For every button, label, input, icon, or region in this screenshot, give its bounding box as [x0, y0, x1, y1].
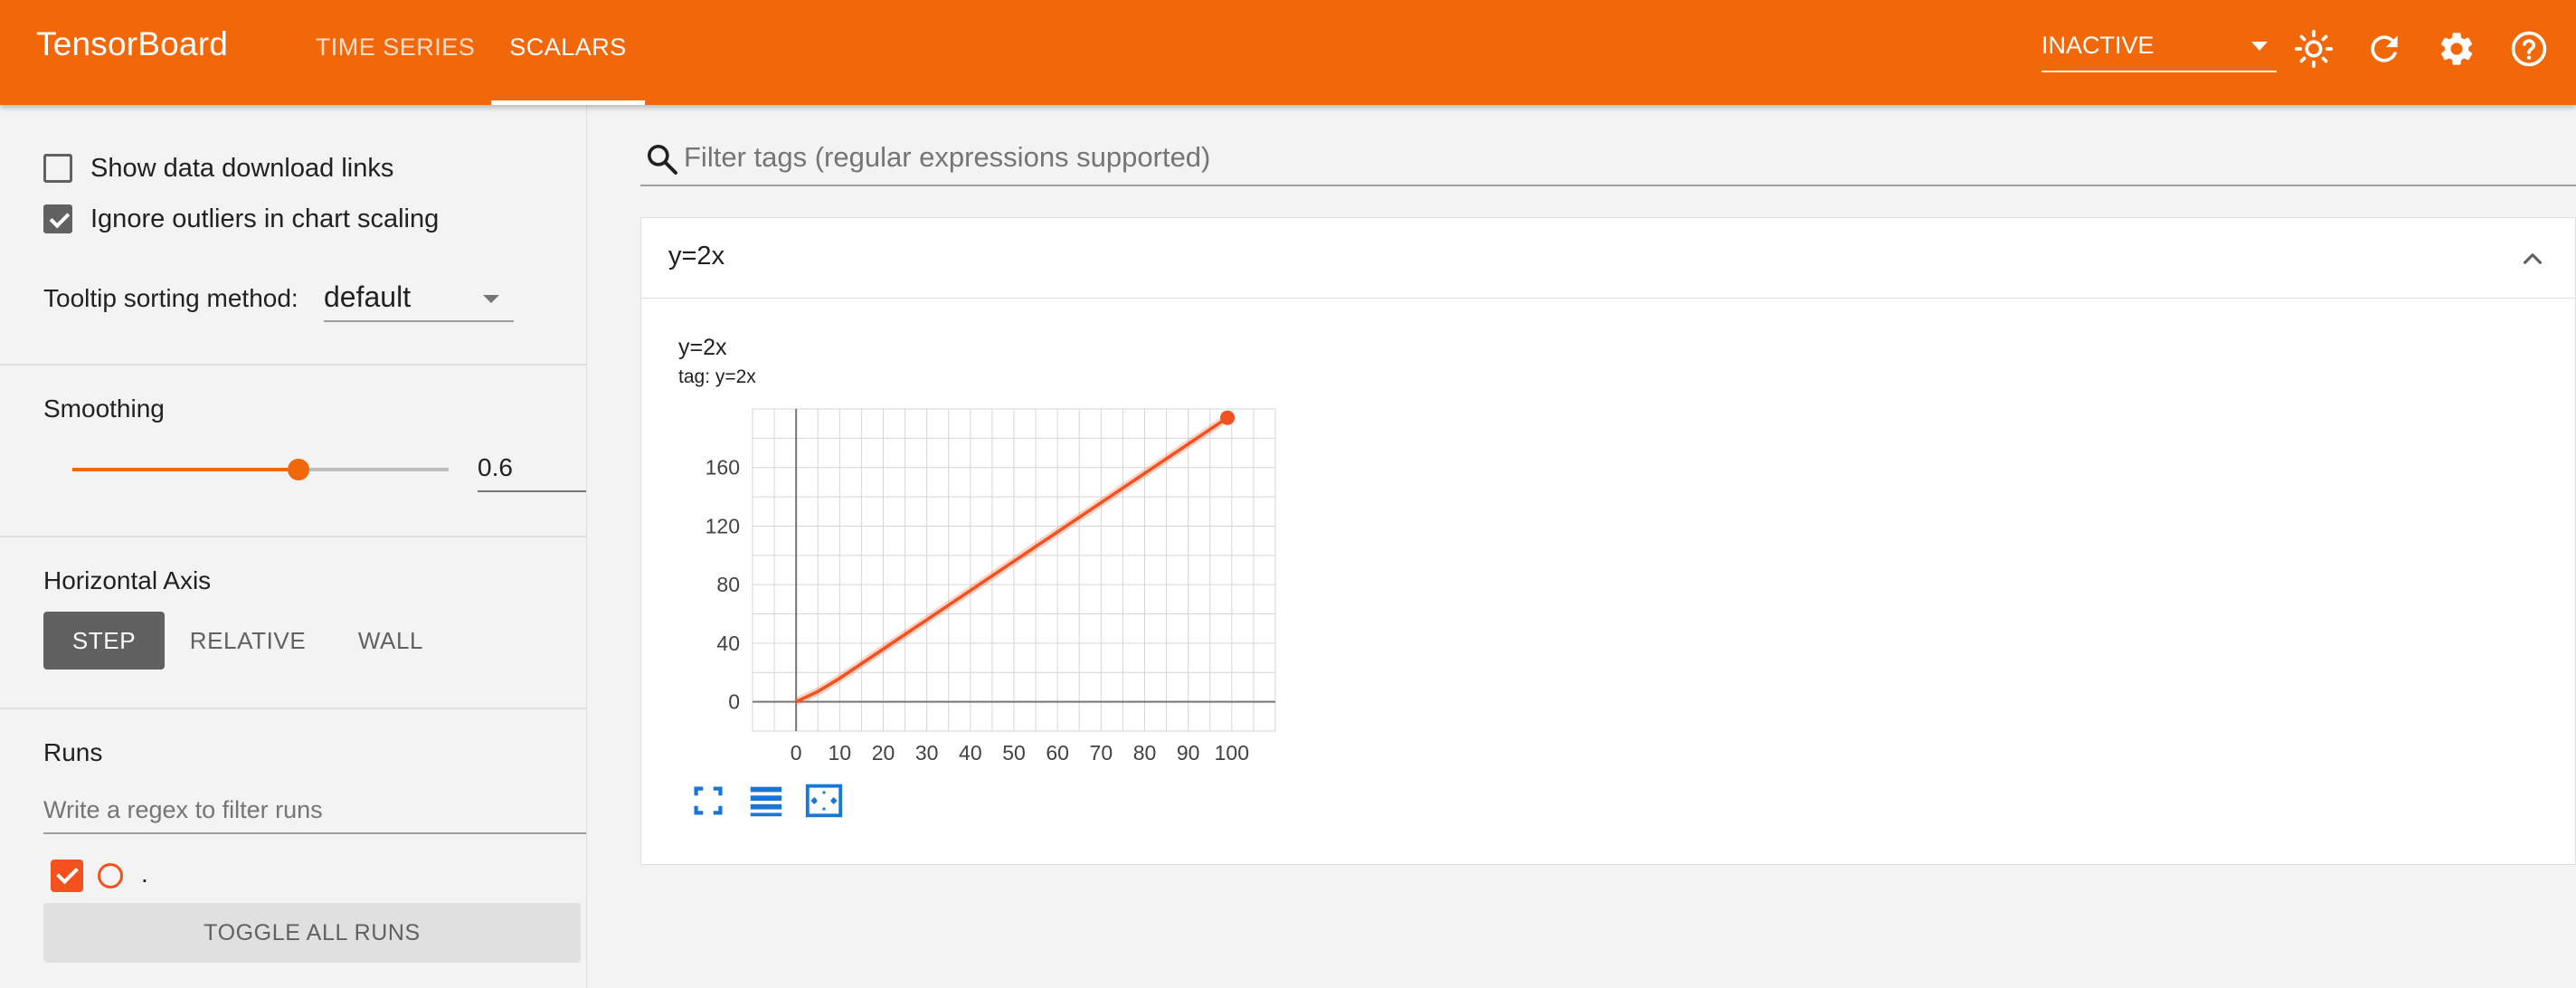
fit-domain-icon[interactable] [803, 780, 845, 822]
refresh-icon[interactable] [2364, 29, 2404, 69]
axis-relative-button[interactable]: RELATIVE [177, 612, 318, 670]
y-tick-label: 40 [716, 632, 740, 655]
run-name: . [141, 860, 148, 888]
x-tick-label: 20 [872, 741, 895, 765]
y-tick-label: 120 [706, 514, 740, 537]
chart-title: y=2x [678, 335, 727, 360]
tooltip-sorting-value: default [324, 280, 412, 313]
y-tick-label: 160 [706, 456, 740, 480]
y-tick-label: 80 [716, 573, 740, 596]
x-tick-label: 90 [1177, 741, 1200, 765]
chevron-down-icon [2251, 42, 2268, 51]
ignore-outliers-checkbox[interactable]: Ignore outliers in chart scaling [43, 201, 439, 237]
tag-filter-placeholder: Filter tags (regular expressions support… [684, 141, 1211, 173]
tooltip-sorting-select[interactable]: default [324, 275, 514, 322]
x-tick-label: 30 [915, 741, 939, 765]
show-download-links-label: Show data download links [90, 153, 394, 183]
divider [0, 708, 586, 709]
x-tick-label: 10 [829, 741, 852, 765]
run-checkbox[interactable] [51, 860, 83, 892]
x-tick-label: 40 [959, 741, 982, 765]
x-tick-label: 70 [1090, 741, 1113, 765]
tag-filter-input[interactable]: Filter tags (regular expressions support… [640, 136, 2576, 186]
tag-group-header[interactable]: y=2x [640, 217, 2576, 299]
app-brand: TensorBoard [36, 25, 228, 62]
y-tick-label: 0 [728, 690, 740, 714]
chart-tag: tag: y=2x [678, 366, 756, 387]
tag-group-title: y=2x [668, 242, 725, 271]
toggle-all-runs-button[interactable]: TOGGLE ALL RUNS [43, 903, 581, 963]
x-tick-label: 80 [1133, 741, 1157, 765]
tab-time-series[interactable]: TIME SERIES [308, 0, 483, 105]
help-icon[interactable] [2509, 29, 2549, 69]
smoothing-slider-thumb[interactable] [287, 459, 309, 480]
horizontal-axis-title: Horizontal Axis [43, 566, 212, 594]
search-icon [648, 145, 677, 175]
ignore-outliers-label: Ignore outliers in chart scaling [90, 204, 440, 233]
top-app-bar: TensorBoard TIME SERIES SCALARS INACTIVE [0, 0, 2576, 105]
reload-status-select[interactable]: INACTIVE [2041, 27, 2277, 72]
axis-step-button[interactable]: STEP [43, 612, 165, 670]
smoothing-value-input[interactable]: 0.6 [478, 445, 586, 492]
smoothing-title: Smoothing [43, 394, 165, 423]
x-tick-label: 60 [1046, 741, 1069, 765]
runs-title: Runs [43, 738, 103, 766]
fullscreen-icon[interactable] [687, 780, 729, 822]
reload-status-value: INACTIVE [2041, 32, 2155, 59]
checkbox-unchecked-icon [43, 154, 72, 183]
chevron-down-icon [483, 295, 499, 303]
show-download-links-checkbox[interactable]: Show data download links [43, 150, 393, 186]
divider [0, 536, 586, 537]
runs-filter-input[interactable]: Write a regex to filter runs [43, 787, 586, 834]
series-end-point [1220, 410, 1236, 425]
x-tick-label: 100 [1215, 741, 1249, 765]
scalar-chart[interactable]: 0 40 80 120 160 0 10 20 30 40 50 60 70 80 90 100 [669, 398, 1284, 778]
sidebar [0, 105, 587, 988]
x-tick-label: 50 [1002, 741, 1026, 765]
checkbox-checked-icon [43, 204, 72, 233]
tab-scalars[interactable]: SCALARS [491, 0, 645, 105]
axis-wall-button[interactable]: WALL [331, 612, 450, 670]
data-table-icon[interactable] [745, 780, 787, 822]
chevron-up-icon[interactable] [2517, 243, 2548, 274]
tooltip-sorting-label: Tooltip sorting method: [43, 284, 298, 312]
settings-icon[interactable] [2437, 29, 2477, 69]
smoothing-slider-fill [72, 468, 298, 471]
x-tick-label: 0 [791, 741, 802, 765]
divider [0, 364, 586, 366]
run-color-radio[interactable] [98, 863, 123, 888]
brightness-icon[interactable] [2294, 29, 2334, 69]
